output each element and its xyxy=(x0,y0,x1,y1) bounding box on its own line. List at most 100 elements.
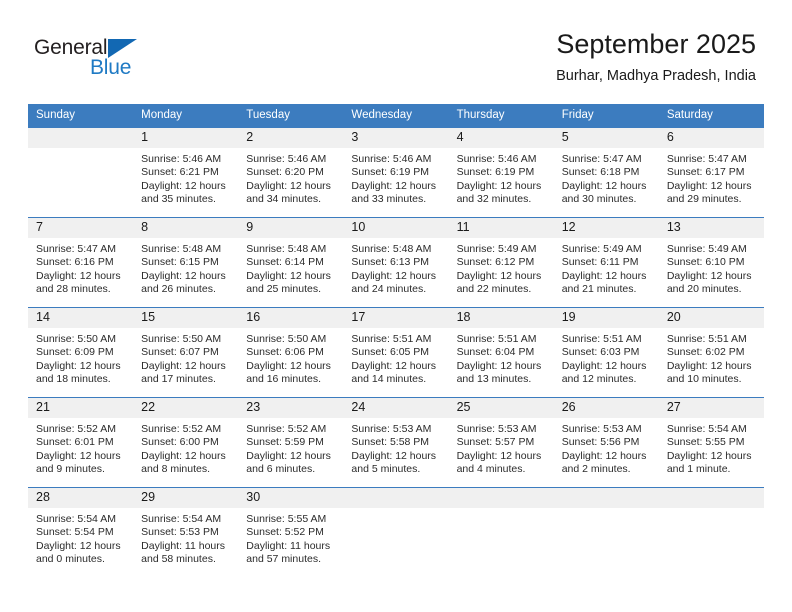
calendar-day-cell[interactable]: 30 Sunrise: 5:55 AM Sunset: 5:52 PM Dayligh… xyxy=(238,487,344,577)
sunset-text: Sunset: 6:17 PM xyxy=(666,166,745,179)
sunrise-text: Sunrise: 5:50 AM xyxy=(36,333,116,345)
daylight-text-line1: Daylight: 12 hours xyxy=(36,449,121,462)
day-number: 3 xyxy=(343,128,449,148)
calendar-day-cell[interactable]: 11 Sunrise: 5:49 AM Sunset: 6:12 PM Dayligh… xyxy=(448,217,554,308)
daylight-text-line1: Daylight: 12 hours xyxy=(36,359,121,372)
calendar-day-cell[interactable]: 26 Sunrise: 5:53 AM Sunset: 5:56 PM Dayligh… xyxy=(553,397,659,488)
day-details: Sunrise: 5:50 AM Sunset: 6:09 PM Daylight:… xyxy=(28,328,133,387)
daylight-text-line1: Daylight: 12 hours xyxy=(351,449,437,462)
day-number: 17 xyxy=(343,308,449,328)
calendar-week-row: 1 Sunrise: 5:46 AM Sunset: 6:21 PM Daylight… xyxy=(28,127,764,218)
day-details: Sunrise: 5:50 AM Sunset: 6:07 PM Daylight:… xyxy=(133,328,238,387)
calendar-day-cell[interactable]: 16 Sunrise: 5:50 AM Sunset: 6:06 PM Dayligh… xyxy=(238,307,344,398)
calendar-day-cell[interactable]: 10 Sunrise: 5:48 AM Sunset: 6:13 PM Dayligh… xyxy=(343,217,449,308)
calendar-day-cell[interactable]: 4 Sunrise: 5:46 AM Sunset: 6:19 PM Daylight… xyxy=(448,127,554,218)
sunset-text: Sunset: 6:16 PM xyxy=(36,256,114,269)
daylight-text-line2: and 57 minutes. xyxy=(246,553,321,566)
calendar-day-cell[interactable]: 6 Sunrise: 5:47 AM Sunset: 6:17 PM Daylight… xyxy=(658,127,764,218)
sunrise-text: Sunrise: 5:46 AM xyxy=(351,153,432,165)
calendar-day-cell[interactable]: 19 Sunrise: 5:51 AM Sunset: 6:03 PM Dayligh… xyxy=(553,307,659,398)
day-details: Sunrise: 5:47 AM Sunset: 6:16 PM Daylight:… xyxy=(28,238,133,297)
calendar-day-cell[interactable]: 15 Sunrise: 5:50 AM Sunset: 6:07 PM Dayligh… xyxy=(133,307,239,398)
day-number: 2 xyxy=(238,128,344,148)
weekday-header-tuesday: Tuesday xyxy=(238,104,344,128)
sunrise-text: Sunrise: 5:49 AM xyxy=(666,243,747,255)
daylight-text-line1: Daylight: 12 hours xyxy=(246,359,331,372)
weekday-header-sunday: Sunday xyxy=(28,104,134,128)
calendar-day-cell[interactable]: 7 Sunrise: 5:47 AM Sunset: 6:16 PM Daylight… xyxy=(28,217,134,308)
calendar-day-cell[interactable]: 22 Sunrise: 5:52 AM Sunset: 6:00 PM Dayligh… xyxy=(133,397,239,488)
calendar-day-cell[interactable]: 18 Sunrise: 5:51 AM Sunset: 6:04 PM Dayligh… xyxy=(448,307,554,398)
sunset-text: Sunset: 6:13 PM xyxy=(351,256,430,269)
sunrise-text: Sunrise: 5:51 AM xyxy=(666,333,747,345)
day-number: 26 xyxy=(553,398,659,418)
daylight-text-line2: and 29 minutes. xyxy=(666,193,742,206)
day-number: 15 xyxy=(133,308,239,328)
day-details: Sunrise: 5:49 AM Sunset: 6:11 PM Daylight:… xyxy=(554,238,659,297)
day-number xyxy=(553,488,659,508)
sunset-text: Sunset: 5:54 PM xyxy=(36,526,114,539)
calendar-day-cell[interactable]: 8 Sunrise: 5:48 AM Sunset: 6:15 PM Daylight… xyxy=(133,217,239,308)
calendar-day-cell[interactable]: 21 Sunrise: 5:52 AM Sunset: 6:01 PM Dayligh… xyxy=(28,397,134,488)
calendar-day-cell[interactable]: 29 Sunrise: 5:54 AM Sunset: 5:53 PM Dayligh… xyxy=(133,487,239,577)
calendar-day-cell[interactable]: 27 Sunrise: 5:54 AM Sunset: 5:55 PM Dayligh… xyxy=(658,397,764,488)
daylight-text-line1: Daylight: 12 hours xyxy=(456,449,542,462)
calendar-header-row: Sunday Monday Tuesday Wednesday Thursday Frid… xyxy=(28,104,764,128)
sunset-text: Sunset: 5:57 PM xyxy=(456,436,535,449)
calendar-day-cell[interactable]: 20 Sunrise: 5:51 AM Sunset: 6:02 PM Dayligh… xyxy=(658,307,764,398)
general-blue-logo: General Blue xyxy=(34,36,214,88)
calendar-day-cell[interactable]: 24 Sunrise: 5:53 AM Sunset: 5:58 PM Dayligh… xyxy=(343,397,449,488)
day-details: Sunrise: 5:54 AM Sunset: 5:55 PM Daylight:… xyxy=(659,418,764,477)
day-number xyxy=(343,488,449,508)
day-details: Sunrise: 5:51 AM Sunset: 6:02 PM Daylight:… xyxy=(659,328,764,387)
day-number: 6 xyxy=(658,128,764,148)
day-number: 25 xyxy=(448,398,554,418)
sunset-text: Sunset: 6:20 PM xyxy=(246,166,324,179)
calendar-day-cell[interactable]: 12 Sunrise: 5:49 AM Sunset: 6:11 PM Dayligh… xyxy=(553,217,659,308)
daylight-text-line2: and 22 minutes. xyxy=(456,283,532,296)
daylight-text-line2: and 16 minutes. xyxy=(246,373,321,386)
sunrise-text: Sunrise: 5:51 AM xyxy=(456,333,537,345)
daylight-text-line1: Daylight: 11 hours xyxy=(246,539,331,552)
daylight-text-line1: Daylight: 12 hours xyxy=(666,449,752,462)
daylight-text-line1: Daylight: 12 hours xyxy=(561,179,647,192)
sunrise-text: Sunrise: 5:53 AM xyxy=(456,423,537,435)
logo-text-blue: Blue xyxy=(90,56,132,79)
calendar-day-cell-empty xyxy=(553,487,659,577)
calendar-day-cell[interactable]: 14 Sunrise: 5:50 AM Sunset: 6:09 PM Dayligh… xyxy=(28,307,134,398)
calendar-day-cell[interactable]: 23 Sunrise: 5:52 AM Sunset: 5:59 PM Dayligh… xyxy=(238,397,344,488)
day-details: Sunrise: 5:46 AM Sunset: 6:19 PM Daylight:… xyxy=(449,148,554,207)
calendar-day-cell-empty xyxy=(658,487,764,577)
calendar-day-cell[interactable]: 9 Sunrise: 5:48 AM Sunset: 6:14 PM Daylight… xyxy=(238,217,344,308)
calendar-day-cell[interactable]: 1 Sunrise: 5:46 AM Sunset: 6:21 PM Daylight… xyxy=(133,127,239,218)
sunrise-text: Sunrise: 5:54 AM xyxy=(666,423,747,435)
sunset-text: Sunset: 5:59 PM xyxy=(246,436,324,449)
sunrise-text: Sunrise: 5:47 AM xyxy=(36,243,116,255)
calendar-day-cell-empty xyxy=(343,487,449,577)
daylight-text-line1: Daylight: 12 hours xyxy=(561,359,647,372)
sunset-text: Sunset: 6:05 PM xyxy=(351,346,430,359)
sunrise-text: Sunrise: 5:48 AM xyxy=(246,243,327,255)
calendar-day-cell[interactable]: 2 Sunrise: 5:46 AM Sunset: 6:20 PM Daylight… xyxy=(238,127,344,218)
calendar-day-cell[interactable]: 5 Sunrise: 5:47 AM Sunset: 6:18 PM Daylight… xyxy=(553,127,659,218)
calendar-day-cell[interactable]: 28 Sunrise: 5:54 AM Sunset: 5:54 PM Dayligh… xyxy=(28,487,134,577)
calendar-day-cell[interactable]: 13 Sunrise: 5:49 AM Sunset: 6:10 PM Dayligh… xyxy=(658,217,764,308)
day-number: 30 xyxy=(238,488,344,508)
calendar-day-cell[interactable]: 3 Sunrise: 5:46 AM Sunset: 6:19 PM Daylight… xyxy=(343,127,449,218)
calendar-day-cell[interactable]: 25 Sunrise: 5:53 AM Sunset: 5:57 PM Dayligh… xyxy=(448,397,554,488)
daylight-text-line2: and 25 minutes. xyxy=(246,283,321,296)
day-number: 7 xyxy=(28,218,134,238)
sunrise-text: Sunrise: 5:48 AM xyxy=(351,243,432,255)
sunrise-text: Sunrise: 5:50 AM xyxy=(246,333,327,345)
daylight-text-line2: and 26 minutes. xyxy=(141,283,216,296)
weekday-header-wednesday: Wednesday xyxy=(343,104,449,128)
sunset-text: Sunset: 5:53 PM xyxy=(141,526,219,539)
calendar-day-cell[interactable]: 17 Sunrise: 5:51 AM Sunset: 6:05 PM Dayligh… xyxy=(343,307,449,398)
title-block: September 2025 Burhar, Madhya Pradesh, I… xyxy=(556,28,756,85)
sunrise-text: Sunrise: 5:52 AM xyxy=(141,423,222,435)
sunrise-text: Sunrise: 5:46 AM xyxy=(246,153,327,165)
sunrise-text: Sunrise: 5:49 AM xyxy=(456,243,537,255)
daylight-text-line1: Daylight: 12 hours xyxy=(351,269,437,282)
daylight-text-line2: and 4 minutes. xyxy=(456,463,526,476)
daylight-text-line2: and 2 minutes. xyxy=(561,463,631,476)
